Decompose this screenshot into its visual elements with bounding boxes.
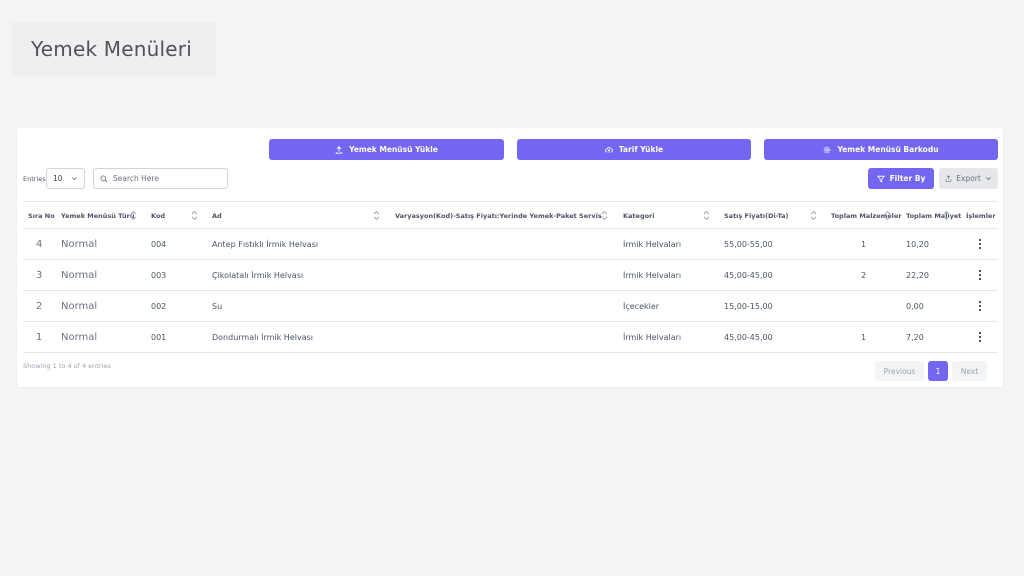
entries-label: Entries [23,175,46,183]
header-islemler: İşlemler [966,211,996,220]
sort-icon[interactable] [943,210,950,221]
header-maliyet[interactable]: Toplam Maliyet [906,202,961,229]
upload-menu-button[interactable]: Yemek Menüsü Yükle [269,139,504,160]
table-header: Sıra No Yemek Menüsü Türü Kod Ad Varyasy… [23,201,998,229]
header-kod[interactable]: Kod [151,202,165,229]
entries-select[interactable]: 10 [46,168,85,189]
menu-barcode-button[interactable]: Yemek Menüsü Barkodu [764,139,998,160]
cell-fiyat: 55,00-55,00 [724,239,773,249]
sort-icon[interactable] [810,210,817,221]
cell-ad: Dondurmalı İrmik Helvası [212,332,313,342]
cell-sira: 1 [36,331,43,343]
page-number: 1 [935,366,941,376]
cell-tur: Normal [61,269,98,281]
table-row[interactable]: 1 Normal 001 Dondurmalı İrmik Helvası İr… [23,322,998,353]
cell-kod: 004 [151,239,167,249]
cell-malzeme: 1 [861,239,867,249]
header-tur[interactable]: Yemek Menüsü Türü [61,202,134,229]
header-ad[interactable]: Ad [212,202,222,229]
cell-kategori: İrmik Helvaları [623,239,682,249]
cell-maliyet: 0,00 [906,301,924,311]
cell-tur: Normal [61,331,98,343]
cloud-upload-icon [605,146,613,153]
sort-icon[interactable] [373,210,380,221]
upload-recipe-label: Tarif Yükle [618,145,664,154]
cell-ad: Antep Fıstıklı İrmik Helvası [212,239,319,249]
sort-icon[interactable] [601,210,608,221]
cell-fiyat: 45,00-45,00 [724,270,773,280]
entries-info: Showing 1 to 4 of 4 entries [23,362,111,370]
export-label: Export [956,174,981,183]
pagination-previous-button[interactable]: Previous [875,361,924,381]
menu-barcode-label: Yemek Menüsü Barkodu [837,145,939,154]
export-icon [945,175,952,182]
filter-by-label: Filter By [889,174,926,183]
header-malzeme[interactable]: Toplam Malzemeler [831,202,902,229]
cell-sira: 2 [36,300,43,312]
kebab-menu-icon[interactable] [978,300,982,312]
upload-icon [335,145,343,154]
next-label: Next [960,366,979,376]
search-icon [100,175,108,183]
cell-sira: 3 [36,269,43,281]
gear-icon [824,146,831,153]
menu-table-card: Yemek Menüsü Yükle Tarif Yükle Yemek Men… [17,128,1003,387]
cell-kategori: İrmik Helvaları [623,270,682,280]
previous-label: Previous [883,366,916,376]
cell-malzeme: 1 [861,332,867,342]
entries-value: 10 [53,174,63,183]
page-title: Yemek Menüleri [31,37,192,61]
table-row[interactable]: 4 Normal 004 Antep Fıstıklı İrmik Helvas… [23,229,998,260]
search-box [93,168,228,189]
cell-kod: 002 [151,301,167,311]
cell-tur: Normal [61,300,98,312]
pagination-page-button[interactable]: 1 [928,361,948,381]
cell-sira: 4 [36,238,43,250]
cell-maliyet: 22,20 [906,270,929,280]
cell-kategori: İrmik Helvaları [623,332,682,342]
table-row[interactable]: 2 Normal 002 Su İçecekler 15,00-15,00 0,… [23,291,998,322]
table-row[interactable]: 3 Normal 003 Çikolatalı İrmik Helvası İr… [23,260,998,291]
sort-icon[interactable] [191,210,198,221]
cell-fiyat: 45,00-45,00 [724,332,773,342]
cell-maliyet: 10,20 [906,239,929,249]
kebab-menu-icon[interactable] [978,269,982,281]
cell-kod: 003 [151,270,167,280]
sort-icon[interactable] [130,210,137,221]
menu-table: Sıra No Yemek Menüsü Türü Kod Ad Varyasy… [23,201,998,353]
cell-kod: 001 [151,332,167,342]
chevron-down-icon [72,177,77,181]
header-fiyat[interactable]: Satış Fiyatı(Di-Ta) [724,202,788,229]
header-kategori[interactable]: Kategori [623,202,655,229]
export-button[interactable]: Export [939,168,998,189]
upload-menu-label: Yemek Menüsü Yükle [349,145,438,154]
cell-tur: Normal [61,238,98,250]
sort-icon[interactable] [884,210,891,221]
cell-ad: Su [212,301,223,311]
sort-icon[interactable] [703,210,710,221]
cell-ad: Çikolatalı İrmik Helvası [212,270,304,280]
cell-kategori: İçecekler [623,301,660,311]
header-varyasyon[interactable]: Varyasyon(Kod)-Satış Fiyatı:Yerinde Yeme… [395,202,602,229]
page-title-box: Yemek Menüleri [12,22,216,76]
pagination-next-button[interactable]: Next [952,361,987,381]
filter-icon [876,175,885,182]
cell-fiyat: 15,00-15,00 [724,301,773,311]
cell-maliyet: 7,20 [906,332,924,342]
kebab-menu-icon[interactable] [978,331,982,343]
kebab-menu-icon[interactable] [978,238,982,250]
header-sira[interactable]: Sıra No [28,202,55,229]
filter-by-button[interactable]: Filter By [868,168,934,189]
cell-malzeme: 2 [861,270,867,280]
search-input[interactable] [113,174,223,183]
chevron-down-icon [985,177,991,181]
upload-recipe-button[interactable]: Tarif Yükle [517,139,751,160]
